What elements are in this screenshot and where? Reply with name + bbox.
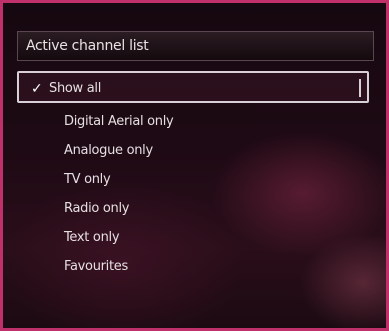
option-favourites[interactable]: Favourites <box>17 252 369 281</box>
option-label: Radio only <box>64 201 130 216</box>
option-label: Analogue only <box>64 143 153 158</box>
checkmark-icon: ✓ <box>31 81 43 97</box>
option-tv-only[interactable]: TV only <box>17 165 369 194</box>
option-label: Favourites <box>64 259 128 274</box>
channel-list-options: ✓ Show all Digital Aerial only Analogue … <box>17 71 369 281</box>
option-analogue-only[interactable]: Analogue only <box>17 136 369 165</box>
option-label: Text only <box>64 230 120 245</box>
option-label: Show all <box>49 81 101 96</box>
option-text-only[interactable]: Text only <box>17 223 369 252</box>
option-digital-aerial-only[interactable]: Digital Aerial only <box>17 107 369 136</box>
dialog-title: Active channel list <box>17 31 374 61</box>
option-radio-only[interactable]: Radio only <box>17 194 369 223</box>
option-show-all[interactable]: ✓ Show all <box>17 71 369 103</box>
selection-edge-marker <box>359 79 361 97</box>
option-label: TV only <box>64 172 111 187</box>
option-label: Digital Aerial only <box>64 114 174 129</box>
menu-frame: Active channel list ✓ Show all Digital A… <box>0 0 389 331</box>
